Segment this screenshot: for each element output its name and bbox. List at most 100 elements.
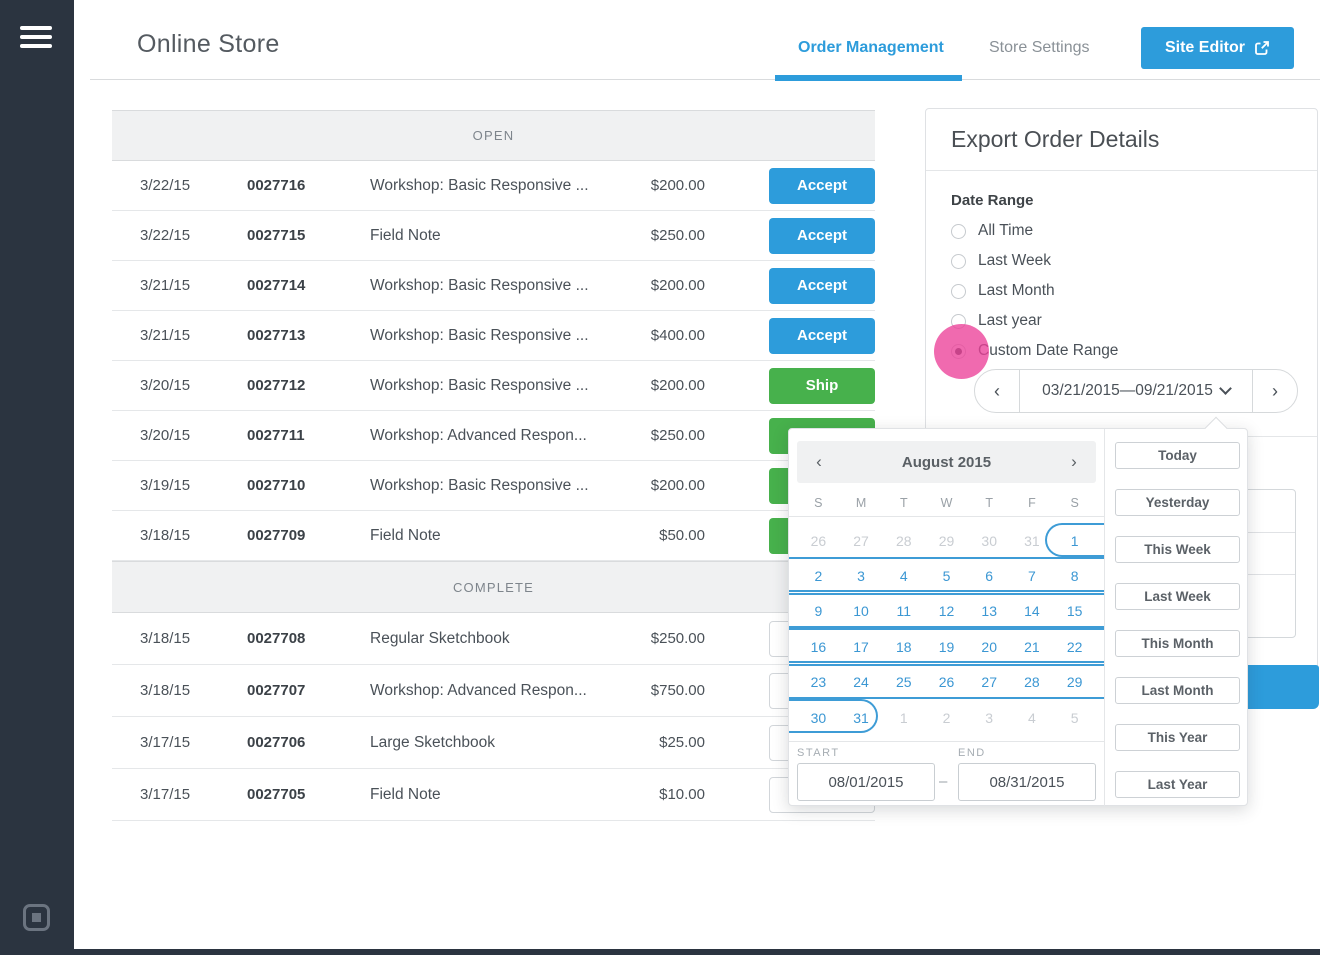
weekday-label: M (840, 491, 883, 515)
order-date: 3/17/15 (140, 786, 247, 803)
calendar-day[interactable]: 21 (1011, 629, 1054, 664)
calendar-day[interactable]: 31 (1011, 523, 1054, 558)
sidebar (0, 0, 74, 955)
site-editor-button[interactable]: Site Editor (1141, 27, 1294, 69)
next-month-chevron-right-icon[interactable] (1052, 452, 1096, 472)
calendar-day[interactable]: 11 (882, 594, 925, 629)
calendar-day[interactable]: 26 (797, 523, 840, 558)
tab-order-management[interactable]: Order Management (798, 39, 944, 57)
order-number: 0027714 (247, 277, 370, 294)
radio-icon[interactable] (951, 284, 966, 299)
calendar-day[interactable]: 27 (840, 523, 883, 558)
calendar-day[interactable]: 31 (840, 700, 883, 735)
calendar-day[interactable]: 3 (968, 700, 1011, 735)
radio-option-last-year[interactable]: Last year (951, 313, 1118, 329)
calendar-day[interactable]: 1 (1053, 523, 1096, 558)
calendar-day[interactable]: 23 (797, 665, 840, 700)
radio-option-all-time[interactable]: All Time (951, 223, 1118, 239)
radio-label: Last Week (978, 252, 1051, 270)
preset-last-week[interactable]: Last Week (1115, 583, 1240, 610)
calendar-day[interactable]: 1 (882, 700, 925, 735)
end-date-input[interactable] (958, 763, 1096, 801)
calendar-day[interactable]: 20 (968, 629, 1011, 664)
radio-icon[interactable] (951, 224, 966, 239)
calendar-day[interactable]: 4 (1011, 700, 1054, 735)
radio-option-custom-date-range[interactable]: Custom Date Range (951, 343, 1118, 359)
calendar-day[interactable]: 28 (882, 523, 925, 558)
tab-store-settings[interactable]: Store Settings (989, 39, 1090, 57)
calendar-day[interactable]: 22 (1053, 629, 1096, 664)
accept-button[interactable]: Accept (769, 218, 875, 254)
calendar-day[interactable]: 2 (925, 700, 968, 735)
order-row: 3/18/150027709Field Note$50.00Ship (112, 511, 875, 561)
app-window: Online Store Order Management Store Sett… (0, 0, 1320, 955)
calendar-day[interactable]: 30 (797, 700, 840, 735)
calendar-day[interactable]: 19 (925, 629, 968, 664)
order-number: 0027713 (247, 327, 370, 344)
order-date: 3/20/15 (140, 427, 247, 444)
radio-icon[interactable] (951, 344, 966, 359)
calendar-day[interactable]: 17 (840, 629, 883, 664)
order-total: $750.00 (590, 682, 705, 699)
radio-icon[interactable] (951, 314, 966, 329)
order-total: $200.00 (590, 377, 705, 394)
order-total: $10.00 (590, 786, 705, 803)
calendar-day[interactable]: 5 (925, 558, 968, 593)
radio-option-last-week[interactable]: Last Week (951, 253, 1118, 269)
calendar-day[interactable]: 25 (882, 665, 925, 700)
calendar-day[interactable]: 26 (925, 665, 968, 700)
accept-button[interactable]: Accept (769, 268, 875, 304)
preset-today[interactable]: Today (1115, 442, 1240, 469)
hamburger-menu-icon[interactable] (20, 26, 52, 49)
date-range-options: All Time Last Week Last Month Last year Cust… (951, 223, 1118, 373)
radio-icon[interactable] (951, 254, 966, 269)
calendar-day[interactable]: 29 (1053, 665, 1096, 700)
calendar-day[interactable]: 2 (797, 558, 840, 593)
preset-yesterday[interactable]: Yesterday (1115, 489, 1240, 516)
calendar-day[interactable]: 13 (968, 594, 1011, 629)
calendar-day[interactable]: 14 (1011, 594, 1054, 629)
date-range-selector[interactable]: 03/21/2015—09/21/2015 (974, 369, 1298, 413)
accept-button[interactable]: Accept (769, 318, 875, 354)
calendar-day[interactable]: 29 (925, 523, 968, 558)
chevron-left-icon[interactable] (975, 370, 1020, 412)
calendar-day[interactable]: 4 (882, 558, 925, 593)
prev-month-chevron-left-icon[interactable] (797, 452, 841, 472)
order-number: 0027705 (247, 786, 370, 803)
radio-option-last-month[interactable]: Last Month (951, 283, 1118, 299)
order-date: 3/20/15 (140, 377, 247, 394)
preset-last-year[interactable]: Last Year (1115, 771, 1240, 798)
calendar-day[interactable]: 5 (1053, 700, 1096, 735)
order-product: Field Note (370, 227, 590, 245)
calendar-day[interactable]: 30 (968, 523, 1011, 558)
preset-last-month[interactable]: Last Month (1115, 677, 1240, 704)
accept-button[interactable]: Accept (769, 168, 875, 204)
order-product: Large Sketchbook (370, 734, 590, 752)
calendar-day[interactable]: 9 (797, 594, 840, 629)
ship-button[interactable]: Ship (769, 368, 875, 404)
order-row: 3/20/150027712Workshop: Basic Responsive… (112, 361, 875, 411)
calendar-day[interactable]: 16 (797, 629, 840, 664)
preset-this-week[interactable]: This Week (1115, 536, 1240, 563)
calendar-day[interactable]: 7 (1011, 558, 1054, 593)
calendar-day[interactable]: 6 (968, 558, 1011, 593)
calendar-day[interactable]: 10 (840, 594, 883, 629)
calendar-day[interactable]: 27 (968, 665, 1011, 700)
calendar-day[interactable]: 18 (882, 629, 925, 664)
chevron-right-icon[interactable] (1252, 370, 1297, 412)
datepicker-popup: August 2015 SMTWTFS 26272829303112345678… (788, 428, 1248, 806)
calendar-day[interactable]: 3 (840, 558, 883, 593)
weekday-label: S (797, 491, 840, 515)
calendar-day[interactable]: 8 (1053, 558, 1096, 593)
calendar-day[interactable]: 12 (925, 594, 968, 629)
order-product: Field Note (370, 527, 590, 545)
start-date-input[interactable] (797, 763, 935, 801)
calendar-day[interactable]: 24 (840, 665, 883, 700)
order-product: Workshop: Basic Responsive ... (370, 327, 590, 345)
order-total: $400.00 (590, 327, 705, 344)
preset-this-month[interactable]: This Month (1115, 630, 1240, 657)
calendar-day[interactable]: 28 (1011, 665, 1054, 700)
preset-this-year[interactable]: This Year (1115, 724, 1240, 751)
order-total: $25.00 (590, 734, 705, 751)
calendar-day[interactable]: 15 (1053, 594, 1096, 629)
